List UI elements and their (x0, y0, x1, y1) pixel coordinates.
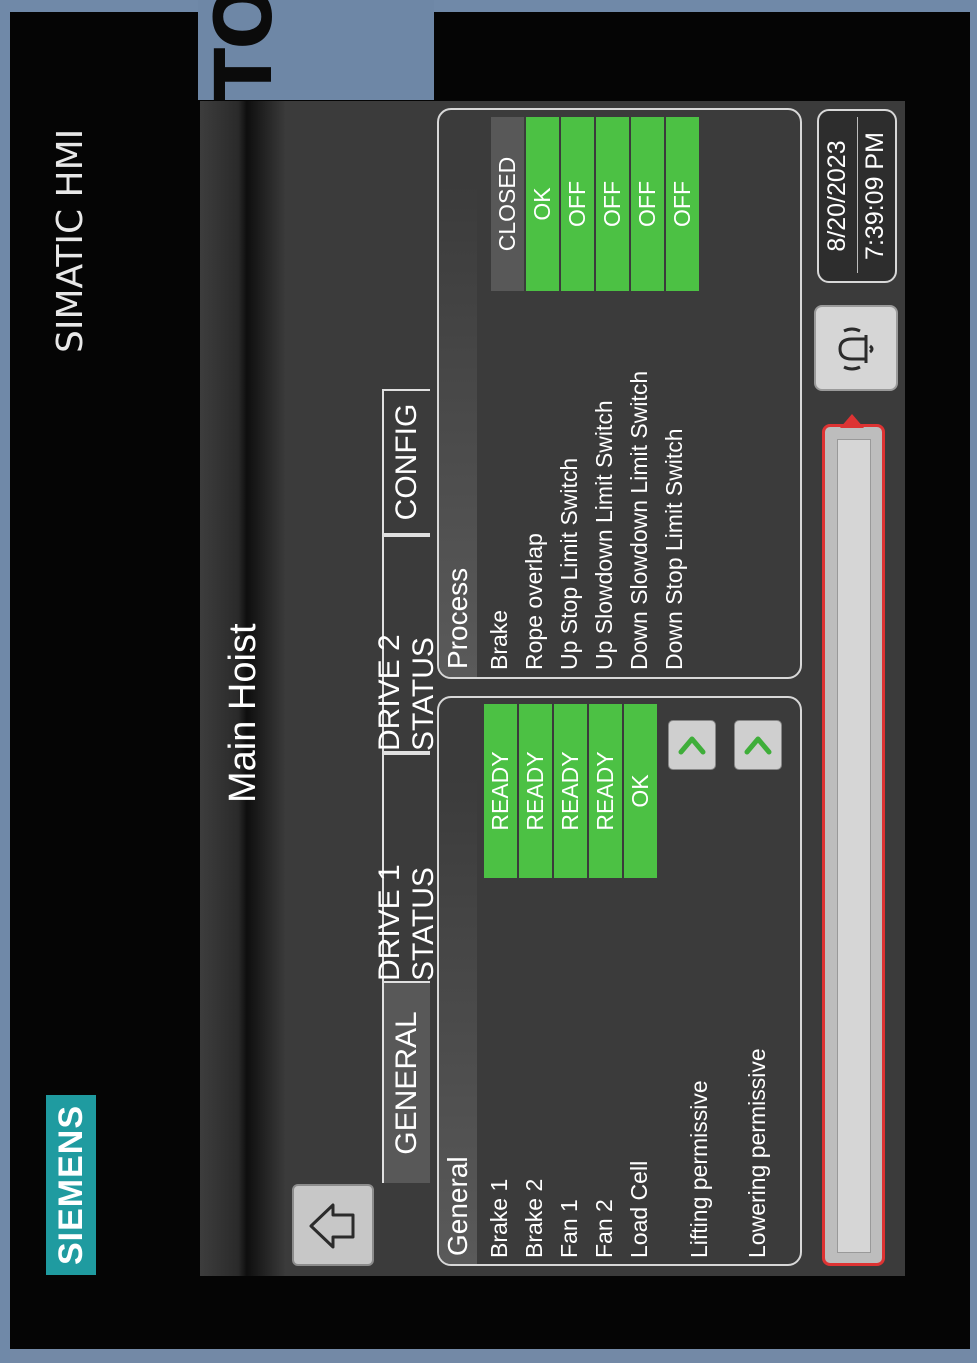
status-badge: OK (624, 704, 657, 878)
siemens-logo: SIEMENS (46, 1095, 96, 1275)
alarm-message-bar[interactable] (822, 424, 885, 1266)
process-row-label: Brake (486, 609, 512, 670)
tab-drive-1-status[interactable]: DRIVE 1 STATUS (373, 753, 440, 983)
alarm-bar-pointer (840, 414, 864, 428)
process-row-label: Rope overlap (521, 533, 547, 670)
tab-drive-2-status[interactable]: DRIVE 2 STATUS (373, 535, 440, 753)
home-icon (309, 1203, 355, 1249)
status-badge: READY (554, 704, 587, 878)
general-row-label: Fan 2 (591, 1199, 617, 1258)
process-row-label: Up Stop Limit Switch (556, 457, 582, 670)
chevron-right-icon (678, 736, 706, 755)
general-row-label: Fan 1 (556, 1199, 582, 1258)
process-panel-heading: Process (439, 184, 477, 677)
home-button[interactable] (292, 1184, 374, 1266)
status-badge: OFF (666, 117, 699, 291)
general-row-label: Load Cell (626, 1160, 652, 1258)
status-badge: OFF (561, 117, 594, 291)
page-title: Main Hoist (222, 623, 264, 804)
process-row-label: Down Stop Limit Switch (661, 428, 687, 670)
touch-badge: TOUCH (200, 0, 290, 101)
tab-config[interactable]: CONFIG (382, 389, 430, 535)
lifting-permissive-detail-button[interactable] (668, 720, 716, 770)
lowering-permissive-detail-button[interactable] (734, 720, 782, 770)
date-label: 8/20/2023 (823, 140, 851, 252)
status-badge: READY (519, 704, 552, 878)
lowering-permissive-label: Lowering permissive (744, 1048, 770, 1258)
status-badge: OFF (631, 117, 664, 291)
tab-general[interactable]: GENERAL (382, 983, 430, 1183)
alarm-message-field (837, 439, 871, 1253)
simatic-hmi-label: SIMATIC HMI (50, 128, 91, 353)
status-badge: READY (589, 704, 622, 878)
status-badge: OFF (596, 117, 629, 291)
chevron-right-icon (744, 736, 772, 755)
alarm-view-button[interactable] (814, 305, 898, 391)
bell-icon (838, 327, 874, 371)
status-badge: CLOSED (491, 117, 524, 291)
time-label: 7:39:09 PM (861, 132, 889, 260)
hmi-landscape-layout: SIEMENS SIMATIC HMI Main Hoist GENERAL D… (0, 0, 977, 1363)
status-badge: READY (484, 704, 517, 878)
datetime-display: 8/20/2023 7:39:09 PM (817, 109, 897, 283)
general-row-label: Brake 2 (521, 1178, 547, 1258)
process-row-label: Up Slowdown Limit Switch (591, 400, 617, 670)
process-row-label: Down Slowdown Limit Switch (626, 370, 652, 670)
datetime-separator (857, 117, 858, 273)
lifting-permissive-label: Lifting permissive (686, 1080, 712, 1258)
status-badge: OK (526, 117, 559, 291)
general-panel-heading: General (439, 776, 477, 1264)
general-row-label: Brake 1 (486, 1178, 512, 1258)
